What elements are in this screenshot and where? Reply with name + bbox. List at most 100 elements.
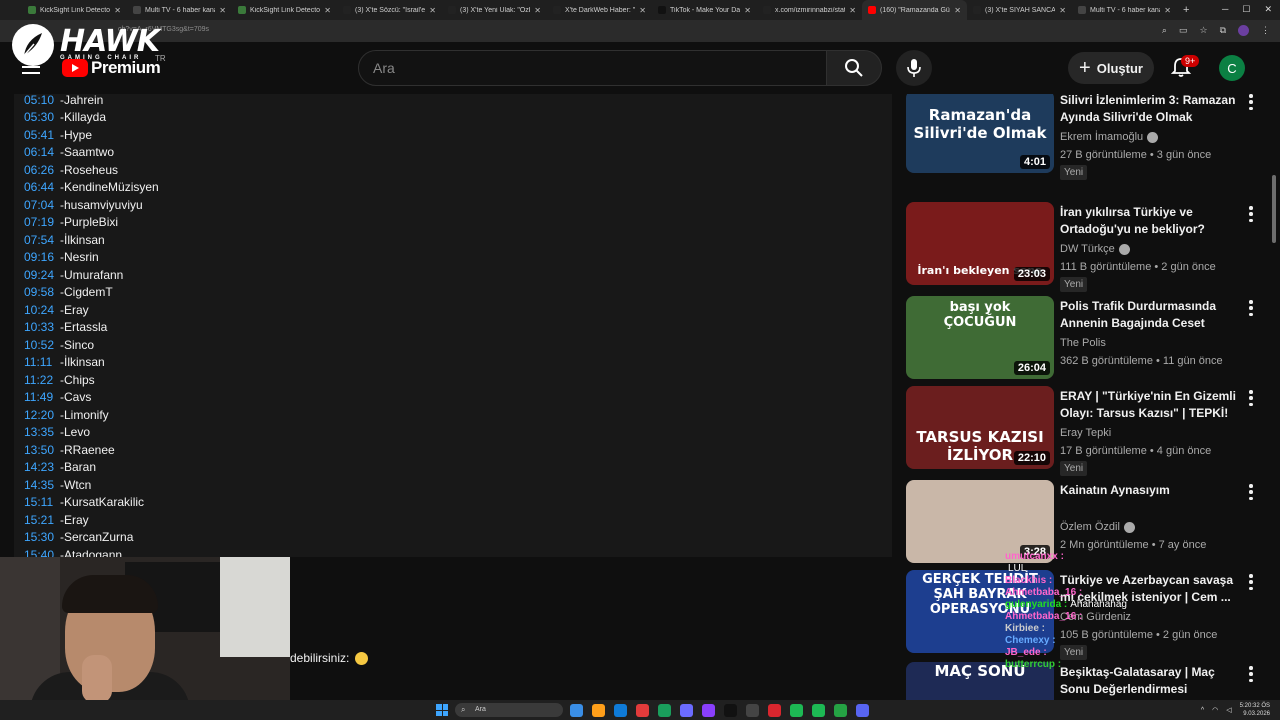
timestamp-link[interactable]: 11:22 [24, 373, 60, 387]
more-actions-icon[interactable] [1249, 206, 1253, 222]
search-button[interactable] [826, 50, 882, 86]
taskbar-app-icon[interactable] [834, 704, 847, 717]
browser-tab[interactable]: (3) X'te Yeni Ulak: "Özbek ✕ [442, 0, 547, 20]
timestamp-link[interactable]: 14:23 [24, 460, 60, 474]
video-thumbnail[interactable]: TARSUS KAZISI İZLİYOR 22:10 [906, 386, 1054, 469]
more-actions-icon[interactable] [1249, 484, 1253, 500]
zoom-icon[interactable]: ⌕ [1162, 25, 1167, 36]
browser-tab[interactable]: (3) X'te SİYAH SANCAK: "✕ [967, 0, 1072, 20]
wifi-icon[interactable]: ◠ [1212, 706, 1218, 714]
tab-close-icon[interactable]: ✕ [849, 6, 856, 15]
page-scrollbar[interactable] [1272, 175, 1276, 243]
video-thumbnail[interactable]: Ramazan'da Silivri'de Olmak 4:01 [906, 94, 1054, 173]
account-avatar[interactable]: C [1219, 55, 1245, 81]
video-title[interactable]: Kainatın Aynasıyım [1060, 482, 1240, 499]
video-title[interactable]: ERAY | "Türkiye'nin En Gizemli Olayı: Ta… [1060, 388, 1240, 422]
create-button[interactable]: + Oluştur [1068, 52, 1154, 84]
browser-tab[interactable]: x.com/izmirinnabzi/status✕ [757, 0, 862, 20]
taskbar-app-icon[interactable] [812, 704, 825, 717]
volume-icon[interactable]: ◁ [1226, 706, 1231, 714]
windows-start-icon[interactable] [436, 704, 448, 716]
timestamp-link[interactable]: 13:50 [24, 443, 60, 457]
timestamp-link[interactable]: 15:30 [24, 530, 60, 544]
video-channel[interactable]: Eray Tepki [1060, 427, 1111, 439]
tab-close-icon[interactable]: ✕ [429, 6, 436, 15]
browser-tab[interactable]: KickSight Link Detector ✕ [22, 0, 127, 20]
taskbar-app-icon[interactable] [768, 704, 781, 717]
taskbar-app-icon[interactable] [680, 704, 693, 717]
timestamp-link[interactable]: 12:20 [24, 408, 60, 422]
tab-close-icon[interactable]: ✕ [114, 6, 121, 15]
video-thumbnail[interactable]: başı yok ÇOCUĞUN 26:04 [906, 296, 1054, 379]
tab-close-icon[interactable]: ✕ [954, 6, 961, 15]
video-channel[interactable]: The Polis [1060, 337, 1106, 349]
timestamp-link[interactable]: 14:35 [24, 478, 60, 492]
timestamp-link[interactable]: 09:24 [24, 268, 60, 282]
browser-tab[interactable]: (160) "Ramazanda Güldü ✕ [862, 0, 967, 20]
tab-close-icon[interactable]: ✕ [744, 6, 751, 15]
search-input[interactable] [373, 51, 827, 85]
video-channel[interactable]: DW Türkçe [1060, 243, 1130, 255]
taskbar-app-icon[interactable] [614, 704, 627, 717]
taskbar-app-icon[interactable] [570, 704, 583, 717]
video-title[interactable]: İran yıkılırsa Türkiye ve Ortadoğu'yu ne… [1060, 204, 1240, 238]
more-actions-icon[interactable] [1249, 390, 1253, 406]
timestamp-link[interactable]: 11:11 [24, 355, 60, 369]
timestamp-link[interactable]: 07:04 [24, 198, 60, 212]
timestamp-link[interactable]: 06:26 [24, 163, 60, 177]
timestamp-link[interactable]: 06:44 [24, 180, 60, 194]
video-title[interactable]: Polis Trafik Durdurmasında Annenin Bagaj… [1060, 298, 1240, 332]
timestamp-link[interactable]: 06:14 [24, 145, 60, 159]
tab-close-icon[interactable]: ✕ [1164, 6, 1171, 15]
browser-tab[interactable]: X'te DarkWeb Haber: "Cu✕ [547, 0, 652, 20]
browser-tab[interactable]: (3) X'te Sözcü: "İsrail'e bo✕ [337, 0, 442, 20]
profile-icon[interactable] [1238, 25, 1249, 36]
timestamp-link[interactable]: 10:33 [24, 320, 60, 334]
tab-close-icon[interactable]: ✕ [639, 6, 646, 15]
tab-close-icon[interactable]: ✕ [1059, 6, 1066, 15]
video-title[interactable]: Silivri İzlenimlerim 3: Ramazan Ayında S… [1060, 94, 1240, 126]
star-icon[interactable]: ☆ [1199, 25, 1207, 36]
taskbar-app-icon[interactable] [790, 704, 803, 717]
timestamp-link[interactable]: 05:10 [24, 94, 60, 107]
more-actions-icon[interactable] [1249, 574, 1253, 590]
timestamp-link[interactable]: 10:52 [24, 338, 60, 352]
timestamp-link[interactable]: 09:58 [24, 285, 60, 299]
timestamp-link[interactable]: 15:40 [24, 548, 60, 557]
cast-icon[interactable]: ▭ [1179, 25, 1188, 36]
taskbar-app-icon[interactable] [724, 704, 737, 717]
extensions-icon[interactable]: ⧉ [1220, 25, 1226, 36]
more-actions-icon[interactable] [1249, 300, 1253, 316]
taskbar-app-icon[interactable] [856, 704, 869, 717]
tab-close-icon[interactable]: ✕ [219, 6, 226, 15]
video-card[interactable]: başı yok ÇOCUĞUN 26:04 Polis Trafik Durdur… [904, 296, 1264, 382]
timestamp-link[interactable]: 05:30 [24, 110, 60, 124]
video-card[interactable]: TARSUS KAZISI İZLİYOR 22:10 ERAY | "Türkiy… [904, 386, 1264, 476]
taskbar-app-icon[interactable] [636, 704, 649, 717]
close-window-icon[interactable]: ✕ [1264, 4, 1272, 15]
timestamp-link[interactable]: 07:54 [24, 233, 60, 247]
video-card[interactable]: Ramazan'da Silivri'de Olmak 4:01 Silivri İ… [904, 94, 1264, 180]
taskbar-app-icon[interactable] [658, 704, 671, 717]
timestamp-link[interactable]: 15:11 [24, 495, 60, 509]
maximize-icon[interactable]: ☐ [1242, 4, 1250, 15]
taskbar-clock[interactable]: 5:20:32 ÖS 9.03.2026 [1240, 702, 1270, 718]
taskbar-app-icon[interactable] [746, 704, 759, 717]
more-actions-icon[interactable] [1249, 666, 1253, 682]
timestamp-link[interactable]: 07:19 [24, 215, 60, 229]
tab-close-icon[interactable]: ✕ [534, 6, 541, 15]
timestamp-link[interactable]: 11:49 [24, 390, 60, 404]
taskbar-app-icon[interactable] [702, 704, 715, 717]
taskbar-app-icon[interactable] [592, 704, 605, 717]
video-channel[interactable]: Özlem Özdil [1060, 521, 1135, 533]
minimize-icon[interactable]: ─ [1222, 4, 1228, 15]
more-actions-icon[interactable] [1249, 94, 1253, 110]
video-channel[interactable]: Ekrem İmamoğlu [1060, 131, 1159, 143]
timestamp-link[interactable]: 13:35 [24, 425, 60, 439]
voice-search-button[interactable] [896, 50, 932, 86]
menu-dots-icon[interactable]: ⋮ [1261, 25, 1270, 36]
browser-tab[interactable]: KickSight Link Detector ✕ [232, 0, 337, 20]
timestamp-link[interactable]: 09:16 [24, 250, 60, 264]
browser-tab[interactable]: Multi TV - 6 haber kanalı ✕ [127, 0, 232, 20]
timestamp-link[interactable]: 10:24 [24, 303, 60, 317]
